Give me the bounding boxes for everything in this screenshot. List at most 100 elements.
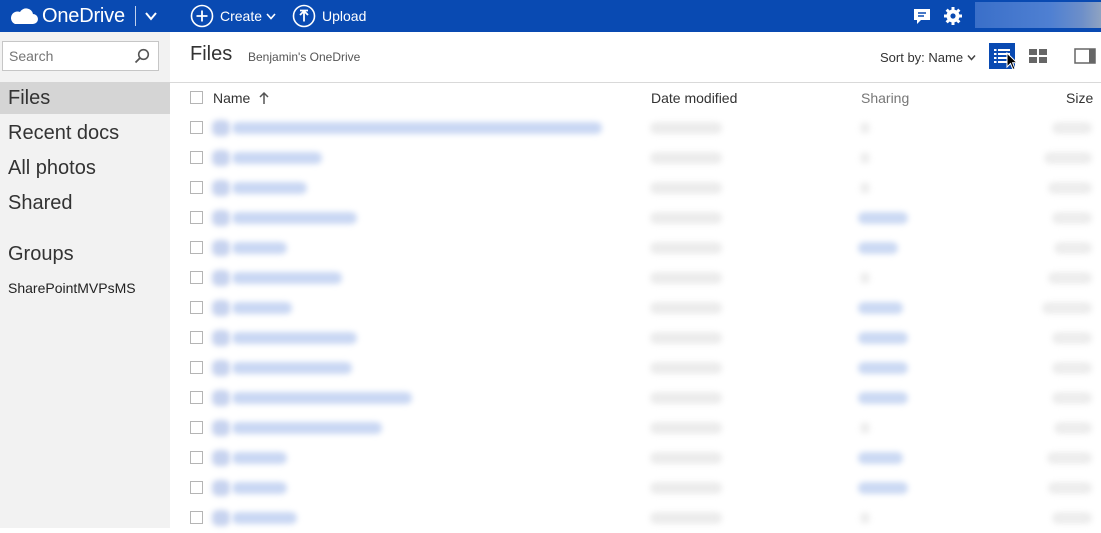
column-header-name[interactable]: Name (213, 90, 270, 106)
size-cell (1047, 452, 1092, 464)
table-row[interactable] (170, 323, 1101, 353)
column-header-size[interactable]: Size (1066, 90, 1093, 106)
column-header-sharing[interactable]: Sharing (861, 90, 909, 106)
breadcrumb[interactable]: Benjamin's OneDrive (248, 50, 360, 64)
row-checkbox[interactable] (190, 151, 203, 164)
file-name-cell[interactable] (232, 272, 342, 284)
nav-item-all-photos[interactable]: All photos (0, 152, 170, 184)
row-checkbox[interactable] (190, 451, 203, 464)
date-modified-cell (650, 362, 722, 374)
feedback-icon[interactable] (910, 4, 934, 28)
sort-label: Sort by: Name (880, 50, 964, 65)
gear-icon[interactable] (941, 4, 965, 28)
row-checkbox[interactable] (190, 121, 203, 134)
search-box[interactable] (2, 41, 159, 71)
sharing-cell[interactable] (858, 332, 908, 344)
table-row[interactable] (170, 293, 1101, 323)
divider (134, 6, 136, 26)
row-checkbox[interactable] (190, 331, 203, 344)
file-name-cell[interactable] (232, 452, 287, 464)
details-pane-button[interactable] (1072, 43, 1098, 69)
row-checkbox[interactable] (190, 301, 203, 314)
file-name-cell[interactable] (232, 332, 357, 344)
row-checkbox[interactable] (190, 391, 203, 404)
table-row[interactable] (170, 113, 1101, 143)
row-checkbox[interactable] (190, 181, 203, 194)
page-title: Files (190, 43, 233, 65)
date-modified-cell (650, 212, 722, 224)
date-modified-cell (650, 392, 722, 404)
table-row[interactable] (170, 233, 1101, 263)
row-checkbox[interactable] (190, 421, 203, 434)
row-checkbox[interactable] (190, 211, 203, 224)
sort-dropdown[interactable]: Sort by: Name (880, 50, 976, 65)
plus-circle-icon (190, 4, 214, 28)
left-navigation: Files Recent docs All photos Shared Grou… (0, 32, 170, 528)
file-name-cell[interactable] (232, 482, 287, 494)
sharing-cell[interactable] (858, 212, 908, 224)
file-name-cell[interactable] (232, 302, 292, 314)
column-name-label: Name (213, 90, 251, 106)
row-checkbox[interactable] (190, 241, 203, 254)
file-name-cell[interactable] (232, 242, 287, 254)
file-name-cell[interactable] (232, 512, 297, 524)
search-input[interactable] (3, 42, 123, 70)
file-name-cell[interactable] (232, 392, 412, 404)
table-row[interactable] (170, 263, 1101, 293)
select-all-checkbox[interactable] (190, 91, 203, 104)
file-icon (212, 330, 230, 346)
details-pane-icon (1074, 48, 1096, 64)
search-icon[interactable] (134, 48, 150, 64)
date-modified-cell (650, 272, 722, 284)
table-row[interactable] (170, 353, 1101, 383)
app-launcher[interactable]: OneDrive (8, 0, 158, 32)
sharing-cell[interactable] (858, 242, 898, 254)
sharing-cell[interactable] (858, 482, 908, 494)
file-name-cell[interactable] (232, 362, 352, 374)
table-row[interactable] (170, 383, 1101, 413)
size-cell (1048, 482, 1092, 494)
tiles-view-button[interactable] (1025, 43, 1051, 69)
table-row[interactable] (170, 413, 1101, 443)
row-checkbox[interactable] (190, 511, 203, 524)
nav-item-shared[interactable]: Shared (0, 187, 170, 219)
sharing-cell[interactable] (858, 362, 908, 374)
table-row[interactable] (170, 173, 1101, 203)
file-icon (212, 210, 230, 226)
sort-arrow-up-icon (259, 91, 269, 104)
nav-item-recent-docs[interactable]: Recent docs (0, 117, 170, 149)
sharing-cell[interactable] (858, 452, 903, 464)
table-row[interactable] (170, 443, 1101, 473)
size-cell (1052, 212, 1092, 224)
sharing-cell[interactable] (858, 302, 903, 314)
row-checkbox[interactable] (190, 481, 203, 494)
table-row[interactable] (170, 143, 1101, 173)
account-menu[interactable] (975, 2, 1101, 28)
chevron-down-icon (967, 55, 976, 61)
table-row[interactable] (170, 473, 1101, 503)
table-row[interactable] (170, 203, 1101, 233)
row-checkbox[interactable] (190, 361, 203, 374)
upload-button[interactable]: Upload (292, 0, 366, 32)
groups-heading: Groups (8, 243, 74, 265)
file-name-cell[interactable] (232, 422, 382, 434)
file-icon (212, 390, 230, 406)
chevron-down-icon[interactable] (144, 9, 158, 23)
column-header-date-modified[interactable]: Date modified (651, 90, 737, 106)
table-row[interactable] (170, 503, 1101, 533)
group-item-sharepointmvpsms[interactable]: SharePointMVPsMS (8, 280, 136, 296)
file-name-cell[interactable] (232, 122, 602, 134)
date-modified-cell (650, 512, 722, 524)
upload-circle-icon (292, 4, 316, 28)
size-cell (1044, 152, 1092, 164)
file-name-cell[interactable] (232, 152, 322, 164)
create-button[interactable]: Create (190, 0, 276, 32)
file-name-cell[interactable] (232, 182, 307, 194)
sharing-cell[interactable] (858, 392, 908, 404)
row-checkbox[interactable] (190, 271, 203, 284)
size-cell (1052, 122, 1092, 134)
size-cell (1052, 362, 1092, 374)
nav-item-files[interactable]: Files (0, 82, 170, 114)
file-name-cell[interactable] (232, 212, 357, 224)
size-cell (1054, 242, 1092, 254)
